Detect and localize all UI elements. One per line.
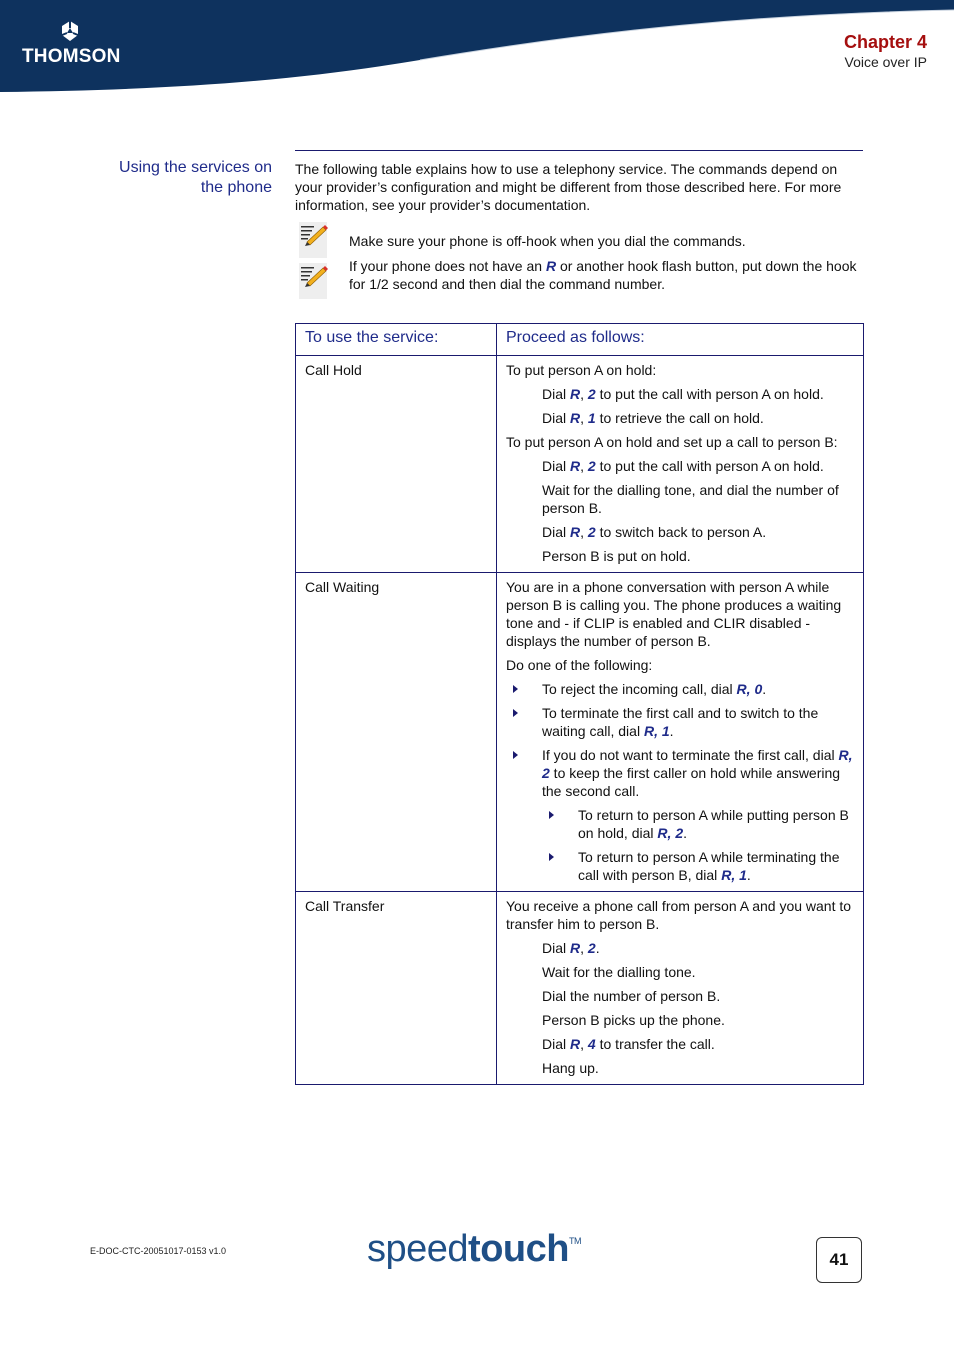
chapter-subtitle: Voice over IP xyxy=(844,54,928,70)
step: Dial R, 2 to switch back to person A. xyxy=(542,524,767,540)
step: Dial R, 2 to put the call with person A … xyxy=(542,458,824,474)
thomson-logo: THOMSON xyxy=(22,20,120,68)
step: Dial R, 4 to transfer the call. xyxy=(542,1036,715,1052)
sub-bullet-item: To return to person A while terminating … xyxy=(549,848,854,884)
services-table: To use the service: Proceed as follows: … xyxy=(295,323,864,1085)
step-intro: To put person A on hold: xyxy=(506,362,657,378)
bullet-arrow-icon xyxy=(513,751,518,759)
procedure-cell: You are in a phone conversation with per… xyxy=(496,572,864,892)
document-id: E-DOC-CTC-20051017-0153 v1.0 xyxy=(90,1246,227,1256)
note-1: Make sure your phone is off-hook when yo… xyxy=(299,222,859,258)
step-intro: To put person A on hold and set up a cal… xyxy=(506,434,838,450)
note-text: Make sure your phone is off-hook when yo… xyxy=(349,233,746,249)
speedtouch-logo: speedtouchTM xyxy=(367,1228,581,1270)
section-divider xyxy=(295,150,863,151)
procedure-cell: You receive a phone call from person A a… xyxy=(496,891,864,1085)
sub-bullet-item: To return to person A while putting pers… xyxy=(549,806,854,842)
header-band xyxy=(0,0,954,92)
section-heading: Using the services on the phone xyxy=(90,158,272,198)
bullet-arrow-icon xyxy=(513,685,518,693)
step: Person B is put on hold. xyxy=(542,548,691,564)
table-row: Call Waiting You are in a phone conversa… xyxy=(295,572,864,892)
bullet-arrow-icon xyxy=(549,811,554,819)
service-name: Call Hold xyxy=(295,355,497,573)
step: Dial R, 2 to put the call with person A … xyxy=(542,386,824,402)
bullet-item: If you do not want to terminate the firs… xyxy=(513,746,854,800)
bullet-arrow-icon xyxy=(549,853,554,861)
table-row: Call Transfer You receive a phone call f… xyxy=(295,891,864,1085)
service-name: Call Transfer xyxy=(295,891,497,1085)
step: Dial the number of person B. xyxy=(542,988,721,1004)
step-intro: You receive a phone call from person A a… xyxy=(506,898,852,932)
chapter-title: Chapter 4 xyxy=(843,32,927,52)
brand-logo-text: THOMSON xyxy=(22,46,121,67)
bullet-item: To terminate the first call and to switc… xyxy=(513,704,854,740)
service-name: Call Waiting xyxy=(295,572,497,892)
section-heading-line1: Using the services on xyxy=(119,159,272,176)
procedure-cell: To put person A on hold: Dial R, 2 to pu… xyxy=(496,355,864,573)
column-header-procedure: Proceed as follows: xyxy=(496,323,864,356)
note-2: If your phone does not have an R or anot… xyxy=(299,258,859,299)
note-pencil-icon xyxy=(299,222,328,258)
note-pencil-icon xyxy=(299,263,328,299)
table-header-row: To use the service: Proceed as follows: xyxy=(295,323,864,356)
step: Person B picks up the phone. xyxy=(542,1012,725,1028)
step: Wait for the dialling tone, and dial the… xyxy=(542,482,839,516)
bullet-item: To reject the incoming call, dial R, 0. xyxy=(513,680,854,698)
step: Dial R, 1 to retrieve the call on hold. xyxy=(542,410,764,426)
thomson-emblem-icon xyxy=(61,21,78,41)
column-header-service: To use the service: xyxy=(295,323,497,356)
step: Hang up. xyxy=(542,1060,599,1076)
step: Dial R, 2. xyxy=(542,940,600,956)
hook-flash-key: R xyxy=(545,258,557,274)
bullet-arrow-icon xyxy=(513,709,518,717)
note-text: If your phone does not have an R or anot… xyxy=(349,258,857,292)
chapter-heading: Chapter 4 Voice over IP xyxy=(844,31,927,71)
section-heading-line2: the phone xyxy=(200,179,272,196)
step-intro: Do one of the following: xyxy=(506,657,653,673)
step-intro: You are in a phone conversation with per… xyxy=(506,579,842,649)
intro-paragraph: The following table explains how to use … xyxy=(295,161,842,213)
table-row: Call Hold To put person A on hold: Dial … xyxy=(295,355,864,573)
page-number: 41 xyxy=(816,1237,862,1283)
step: Wait for the dialling tone. xyxy=(542,964,696,980)
